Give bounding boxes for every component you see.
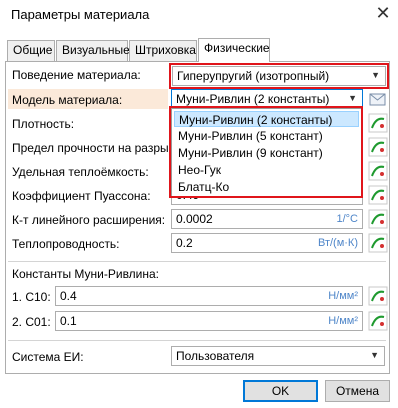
curve-edit-icon[interactable] (368, 185, 388, 205)
dropdown-option-mooney-9[interactable]: Муни-Ривлин (9 констант) (174, 145, 359, 161)
tab-hatching[interactable]: Штриховка (129, 40, 197, 61)
chevron-down-icon: ▼ (348, 93, 357, 103)
conductivity-value: 0.2 (176, 236, 193, 250)
ok-button[interactable]: OK (243, 380, 318, 402)
separator (8, 261, 386, 262)
c01-value: 0.1 (60, 314, 77, 328)
model-label: Модель материала: (12, 93, 123, 107)
tab-general[interactable]: Общие (7, 40, 55, 61)
behavior-label: Поведение материала: (12, 68, 141, 82)
curve-edit-icon[interactable] (368, 286, 388, 306)
heat-capacity-label: Удельная теплоёмкость: (12, 165, 149, 179)
expansion-unit: 1/°C (336, 213, 358, 225)
cancel-button[interactable]: Отмена (325, 380, 390, 402)
expansion-value: 0.0002 (176, 212, 213, 226)
tensile-label: Предел прочности на разрыв: (12, 141, 179, 155)
conductivity-unit: Вт/(м·К) (317, 237, 358, 249)
model-dropdown-list: Муни-Ривлин (2 константы) Муни-Ривлин (5… (171, 108, 363, 197)
units-system-select[interactable]: Пользователя ▼ (171, 346, 385, 366)
c01-label: 2. C01: (12, 315, 51, 329)
density-label: Плотность: (12, 117, 75, 131)
c10-unit: Н/мм² (328, 290, 358, 302)
curve-edit-icon[interactable] (368, 233, 388, 253)
tab-visual[interactable]: Визуальные (56, 40, 130, 61)
dropdown-option-mooney-2[interactable]: Муни-Ривлин (2 константы) (174, 111, 359, 127)
c01-field[interactable]: 0.1 Н/мм² (55, 311, 363, 331)
dropdown-option-blatz-ko[interactable]: Блатц-Ко (174, 179, 359, 195)
conductivity-field[interactable]: 0.2 Вт/(м·К) (171, 233, 363, 253)
dropdown-option-mooney-5[interactable]: Муни-Ривлин (5 констант) (174, 128, 359, 144)
book-icon[interactable] (368, 89, 388, 109)
tab-physical[interactable]: Физические (198, 38, 270, 62)
curve-edit-icon[interactable] (368, 161, 388, 181)
chevron-down-icon: ▼ (370, 350, 379, 360)
c01-unit: Н/мм² (328, 315, 358, 327)
behavior-highlight (169, 63, 389, 89)
units-system-value: Пользователя (176, 349, 255, 363)
units-system-label: Система ЕИ: (12, 350, 84, 364)
c10-field[interactable]: 0.4 Н/мм² (55, 286, 363, 306)
expansion-field[interactable]: 0.0002 1/°C (171, 209, 363, 229)
expansion-label: К-т линейного расширения: (12, 213, 166, 227)
poisson-label: Коэффициент Пуассона: (12, 189, 151, 203)
model-select[interactable]: Муни-Ривлин (2 константы) ▼ (171, 89, 363, 109)
dropdown-option-neo-hooke[interactable]: Нео-Гук (174, 162, 359, 178)
constants-title: Константы Муни-Ривлина: (12, 267, 160, 281)
curve-edit-icon[interactable] (368, 311, 388, 331)
curve-edit-icon[interactable] (368, 113, 388, 133)
c10-label: 1. C10: (12, 290, 51, 304)
curve-edit-icon[interactable] (368, 209, 388, 229)
c10-value: 0.4 (60, 289, 77, 303)
model-value: Муни-Ривлин (2 константы) (176, 92, 330, 106)
conductivity-label: Теплопроводность: (12, 237, 120, 251)
separator (8, 340, 386, 341)
close-icon[interactable]: ✕ (374, 4, 392, 22)
window-title: Параметры материала (11, 7, 150, 22)
curve-edit-icon[interactable] (368, 137, 388, 157)
